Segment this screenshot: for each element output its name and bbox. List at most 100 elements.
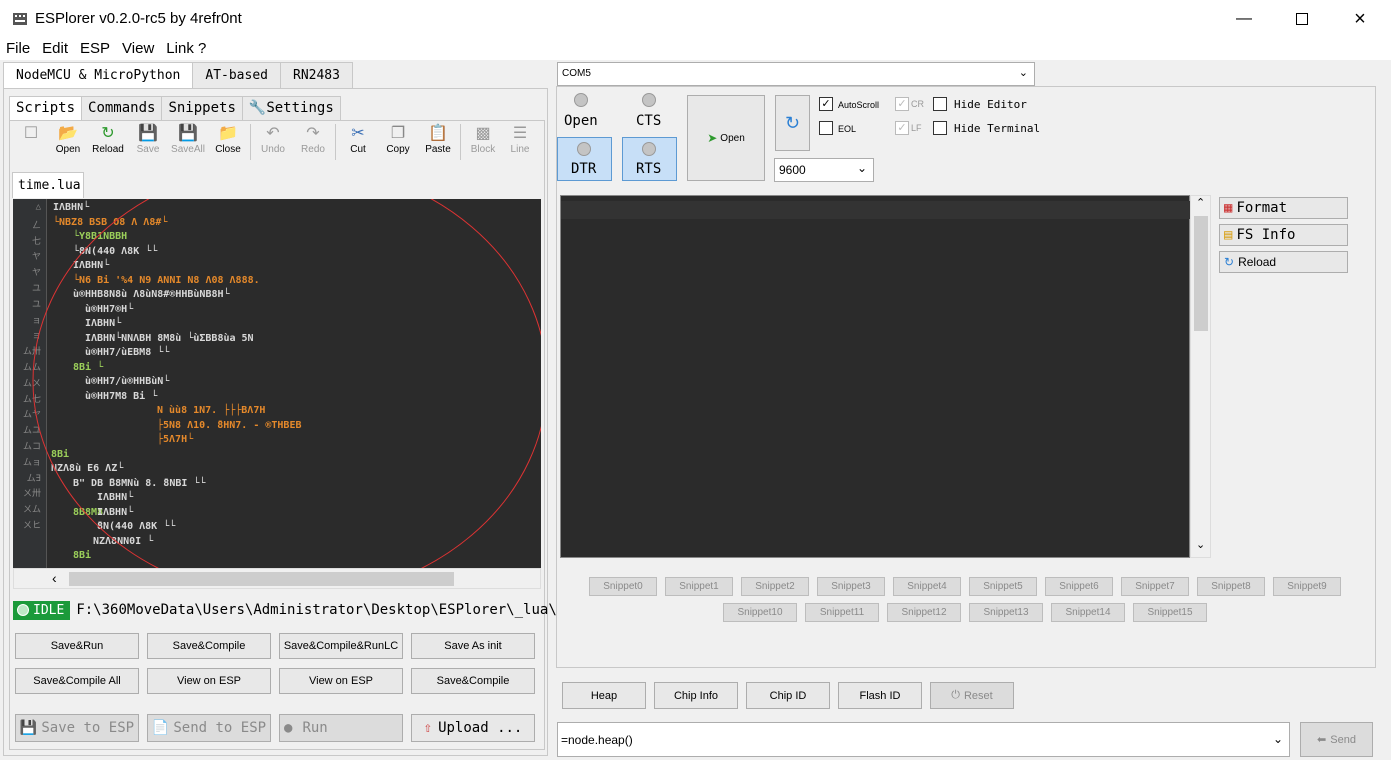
send-button[interactable]: ⬅ Send <box>1300 722 1373 757</box>
minimize-button[interactable]: — <box>1215 0 1273 38</box>
save-compile-button[interactable]: Save&Compile <box>147 633 271 659</box>
chip-info-button[interactable]: Chip Info <box>654 682 738 709</box>
hide-editor-checkbox[interactable] <box>933 97 947 111</box>
tab-settings[interactable]: 🔧Settings <box>241 96 341 120</box>
snippet-button[interactable]: Snippet9 <box>1273 577 1341 596</box>
format-button[interactable]: ▦ Format <box>1219 197 1348 219</box>
chevron-down-icon: ⌄ <box>1018 67 1028 79</box>
view-on-esp-button[interactable]: View on ESP <box>147 668 271 694</box>
heap-button[interactable]: Heap <box>562 682 646 709</box>
undo-icon: ↶ <box>266 125 280 142</box>
menu-link[interactable]: Link ? <box>160 38 212 60</box>
save-run-button[interactable]: Save&Run <box>15 633 139 659</box>
baud-rate-select[interactable]: 9600 ⌄ <box>774 158 874 182</box>
save-compile-runlc-button[interactable]: Save&Compile&RunLC <box>279 633 403 659</box>
snippet-button[interactable]: Snippet2 <box>741 577 809 596</box>
chip-id-button[interactable]: Chip ID <box>746 682 830 709</box>
new-button[interactable]: ☐ <box>14 124 48 162</box>
copy-button[interactable]: ❐ Copy <box>378 124 418 162</box>
dtr-toggle[interactable]: DTR <box>557 137 612 181</box>
save-compile-all-button[interactable]: Save&Compile All <box>15 668 139 694</box>
tab-at-based[interactable]: AT-based <box>192 62 281 88</box>
reload-icon: ↻ <box>1224 255 1235 269</box>
menu-file[interactable]: File <box>0 38 36 60</box>
snippet-button[interactable]: Snippet5 <box>969 577 1037 596</box>
status-led-icon <box>17 604 29 616</box>
menu-esp[interactable]: ESP <box>74 38 116 60</box>
open-button[interactable]: 📂 Open <box>48 124 88 162</box>
flash-id-button[interactable]: Flash ID <box>838 682 922 709</box>
snippet-button[interactable]: Snippet3 <box>817 577 885 596</box>
menu-view[interactable]: View <box>116 38 160 60</box>
snippet-button[interactable]: Snippet13 <box>969 603 1043 622</box>
maximize-button[interactable] <box>1273 0 1331 38</box>
paste-button[interactable]: 📋 Paste <box>418 124 458 162</box>
tab-nodemcu[interactable]: NodeMCU & MicroPython <box>3 62 194 90</box>
save-compile-button-2[interactable]: Save&Compile <box>411 668 535 694</box>
terminal-output[interactable] <box>560 195 1191 558</box>
tab-commands[interactable]: Commands <box>81 96 163 120</box>
close-button[interactable]: × <box>1331 0 1389 38</box>
snippet-button[interactable]: Snippet0 <box>589 577 657 596</box>
editor-horizontal-scrollbar[interactable]: ‹ <box>13 568 541 589</box>
reload-button[interactable]: ↻ Reload <box>88 124 128 162</box>
toolbar-separator <box>250 124 251 160</box>
snippet-button[interactable]: Snippet7 <box>1121 577 1189 596</box>
tab-snippets[interactable]: Snippets <box>161 96 243 120</box>
line-button[interactable]: ☰ Line <box>503 124 537 162</box>
com-port-select[interactable]: COM5 ⌄ <box>557 62 1035 86</box>
format-icon: ▦ <box>1224 200 1233 216</box>
scrollbar-thumb[interactable] <box>1194 216 1208 331</box>
reset-button[interactable]: ⏻ Reset <box>930 682 1014 709</box>
cr-checkbox[interactable]: ✓ <box>895 97 909 111</box>
undo-button[interactable]: ↶ Undo <box>253 124 293 162</box>
code-editor[interactable]: △ ㄥ七ヤヤユユョョム卅 ムム ムㄨ ム七 ムヤ ムユ ムコ ムョ ム∃ ㄨ卅 ㄨム ㄨヒ IΛBHN└… <box>13 199 541 568</box>
scroll-up-icon[interactable]: ⌃ <box>1196 196 1205 209</box>
hide-terminal-label: Hide Terminal <box>954 122 1041 135</box>
snippet-button[interactable]: Snippet4 <box>893 577 961 596</box>
chevron-down-icon[interactable]: ⌄ <box>1273 732 1283 746</box>
rts-toggle[interactable]: RTS <box>622 137 677 181</box>
save-as-init-button[interactable]: Save As init <box>411 633 535 659</box>
refresh-ports-button[interactable]: ↻ <box>775 95 810 151</box>
tab-rn2483[interactable]: RN2483 <box>280 62 353 88</box>
snippet-button[interactable]: Snippet15 <box>1133 603 1207 622</box>
lf-checkbox[interactable]: ✓ <box>895 121 909 135</box>
tab-scripts[interactable]: Scripts <box>9 96 83 122</box>
upload-button[interactable]: ⇧ Upload ... <box>411 714 535 742</box>
save-to-esp-button[interactable]: 💾 Save to ESP <box>15 714 139 742</box>
snippet-button[interactable]: Snippet12 <box>887 603 961 622</box>
hide-terminal-checkbox[interactable] <box>933 121 947 135</box>
snippet-button[interactable]: Snippet6 <box>1045 577 1113 596</box>
snippet-button[interactable]: Snippet14 <box>1051 603 1125 622</box>
scrollbar-thumb[interactable] <box>69 572 454 586</box>
snippet-button[interactable]: Snippet1 <box>665 577 733 596</box>
fs-info-button[interactable]: ▤ FS Info <box>1219 224 1348 246</box>
block-button[interactable]: ▩ Block <box>463 124 503 162</box>
eol-checkbox[interactable] <box>819 121 833 135</box>
view-on-esp-button-2[interactable]: View on ESP <box>279 668 403 694</box>
save-button[interactable]: 💾 Save <box>128 124 168 162</box>
open-port-button[interactable]: ➤ Open <box>687 95 765 181</box>
save-to-esp-icon: 💾 <box>19 720 38 736</box>
autoscroll-checkbox[interactable]: ✓ <box>819 97 833 111</box>
send-to-esp-button[interactable]: 📄 Send to ESP <box>147 714 271 742</box>
saveall-label: SaveAll <box>171 144 205 155</box>
snippet-button[interactable]: Snippet10 <box>723 603 797 622</box>
saveall-button[interactable]: 💾 SaveAll <box>168 124 208 162</box>
scroll-down-icon[interactable]: ⌄ <box>1196 538 1205 551</box>
command-input[interactable]: =node.heap() ⌄ <box>557 722 1290 757</box>
scroll-left-icon[interactable]: ‹ <box>52 570 57 586</box>
snippet-button[interactable]: Snippet8 <box>1197 577 1265 596</box>
tab-settings-label: Settings <box>266 100 334 116</box>
file-tab-time-lua[interactable]: time.lua <box>12 172 84 198</box>
snippet-button[interactable]: Snippet11 <box>805 603 879 622</box>
terminal-vertical-scrollbar[interactable]: ⌃ ⌄ <box>1190 195 1211 558</box>
close-file-button[interactable]: 📁 Close <box>208 124 248 162</box>
cut-button[interactable]: ✂ Cut <box>338 124 378 162</box>
window-title: ESPlorer v0.2.0-rc5 by 4refr0nt <box>35 10 242 27</box>
reload-files-button[interactable]: ↻ Reload <box>1219 251 1348 273</box>
redo-button[interactable]: ↷ Redo <box>293 124 333 162</box>
menu-edit[interactable]: Edit <box>36 38 74 60</box>
run-button[interactable]: ● Run <box>279 714 403 742</box>
